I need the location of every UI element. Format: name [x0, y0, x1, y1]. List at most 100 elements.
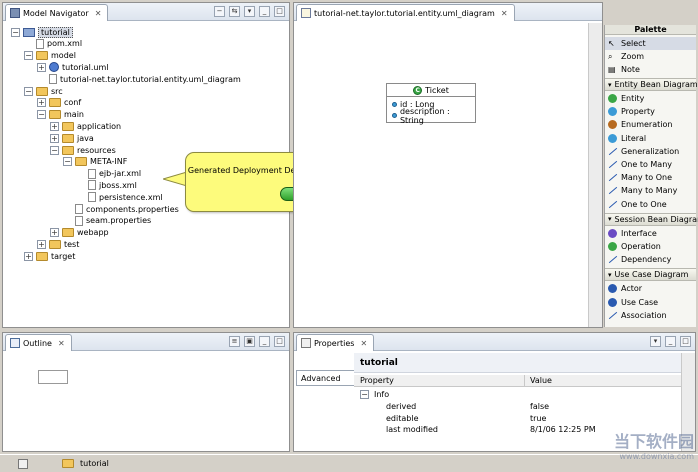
palette-item-label: Literal — [621, 133, 647, 143]
maximize-icon[interactable]: □ — [274, 6, 285, 17]
tree-view-icon[interactable]: ≡ — [229, 336, 240, 347]
maximize-icon[interactable]: □ — [680, 336, 691, 347]
palette-item-one-to-one[interactable]: One to One — [605, 198, 696, 211]
collapse-all-icon[interactable]: − — [214, 6, 225, 17]
expand-icon[interactable]: + — [50, 121, 59, 131]
column-divider[interactable] — [524, 375, 525, 386]
tree-item[interactable]: + target — [24, 250, 75, 262]
tree-item[interactable]: tutorial-net.taylor.tutorial.entity.uml_… — [37, 73, 241, 85]
tab-uml-diagram[interactable]: tutorial-net.taylor.tutorial.entity.uml_… — [296, 4, 515, 21]
palette-item-many-to-many[interactable]: Many to Many — [605, 184, 696, 197]
tab-advanced[interactable]: Advanced — [296, 370, 354, 386]
collapse-icon[interactable]: − — [50, 145, 59, 155]
tree-item[interactable]: + conf — [37, 97, 81, 109]
tree-item[interactable]: pom.xml — [24, 38, 82, 50]
palette-item-enumeration[interactable]: Enumeration — [605, 118, 696, 131]
tree-item[interactable]: − resources — [50, 144, 116, 156]
minimize-icon[interactable]: _ — [259, 336, 270, 347]
tree-item[interactable]: − META-INF — [63, 156, 127, 168]
collapse-icon[interactable]: − — [63, 157, 72, 167]
tree-item[interactable]: + test — [37, 238, 79, 250]
tree-item[interactable]: components.properties — [63, 203, 179, 215]
expand-icon[interactable]: + — [37, 239, 46, 249]
expand-icon[interactable]: + — [50, 228, 59, 238]
tree-item[interactable]: + webapp — [50, 227, 109, 239]
properties-title: Properties — [314, 338, 355, 348]
palette-item-actor[interactable]: Actor — [605, 282, 696, 295]
maximize-icon[interactable]: □ — [274, 336, 285, 347]
fast-view-icon[interactable] — [18, 458, 28, 469]
close-icon[interactable]: ✕ — [501, 9, 508, 18]
tree-item[interactable]: ejb-jar.xml — [76, 168, 141, 180]
tree-item[interactable]: − main — [37, 109, 84, 121]
actor-icon — [608, 284, 617, 294]
palette-item-entity[interactable]: Entity — [605, 92, 696, 105]
palette-item-interface[interactable]: Interface — [605, 227, 696, 240]
expand-icon[interactable]: + — [37, 98, 46, 108]
palette-tool-select[interactable]: ↖ Select — [605, 37, 696, 50]
palette-drawer-use-case-diagram[interactable]: ▾ Use Case Diagram — [605, 268, 696, 282]
palette-item-one-to-many[interactable]: One to Many — [605, 158, 696, 171]
tree-item[interactable]: jboss.xml — [76, 179, 137, 191]
class-ticket[interactable]: C Ticket id : Long description : String — [386, 83, 476, 125]
property-row[interactable]: editable true — [354, 413, 681, 424]
tree-item[interactable]: − model — [24, 50, 76, 62]
palette-tool-zoom[interactable]: ⌕ Zoom — [605, 50, 696, 63]
palette-item-operation[interactable]: Operation — [605, 240, 696, 253]
column-property[interactable]: Property — [360, 376, 394, 385]
editor-scrollbar[interactable] — [588, 23, 602, 327]
tree-item[interactable]: − src — [24, 85, 63, 97]
collapse-icon[interactable]: − — [11, 27, 20, 37]
tree-item[interactable]: persistence.xml — [76, 191, 163, 203]
palette-item-generalization[interactable]: Generalization — [605, 145, 696, 158]
close-icon[interactable]: ✕ — [360, 339, 367, 348]
view-menu-icon[interactable]: ▾ — [244, 6, 255, 17]
expand-icon[interactable]: + — [50, 133, 59, 143]
palette-drawer-entity-bean-diagram[interactable]: ▾ Entity Bean Diagram — [605, 78, 698, 91]
overview-icon[interactable]: ▣ — [244, 336, 255, 347]
diagram-canvas[interactable]: C Ticket id : Long description : String — [294, 23, 588, 327]
minimize-icon[interactable]: _ — [665, 336, 676, 347]
tree-item[interactable]: seam.properties — [63, 215, 151, 227]
property-group[interactable]: − Info — [354, 389, 681, 400]
view-menu-icon[interactable]: ▾ — [650, 336, 661, 347]
outline-thumbnail[interactable] — [38, 370, 68, 384]
property-value[interactable]: false — [530, 402, 549, 411]
palette-item-many-to-one[interactable]: Many to One — [605, 171, 696, 184]
tab-properties[interactable]: Properties ✕ — [296, 334, 375, 351]
property-value[interactable]: true — [530, 414, 546, 423]
minimize-icon[interactable]: _ — [259, 6, 270, 17]
collapse-icon[interactable]: − — [24, 51, 33, 61]
close-icon[interactable]: ✕ — [95, 9, 102, 18]
collapse-icon[interactable]: − — [360, 390, 369, 399]
tab-outline[interactable]: Outline ✕ — [5, 334, 72, 351]
palette-drawer-session-bean-diagram[interactable]: ▾ Session Bean Diagram — [605, 212, 698, 226]
expand-icon[interactable]: + — [24, 251, 33, 261]
folder-icon — [62, 133, 74, 143]
close-icon[interactable]: ✕ — [58, 339, 65, 348]
link-editor-icon[interactable]: ⇆ — [229, 6, 240, 17]
tree-item[interactable]: + java — [50, 132, 94, 144]
palette-item-property[interactable]: Property — [605, 105, 696, 118]
palette-tool-note[interactable]: ▤ Note — [605, 63, 696, 76]
palette-item-use-case[interactable]: Use Case — [605, 296, 696, 309]
palette-item-dependency[interactable]: Dependency — [605, 253, 696, 266]
outline-overview[interactable] — [3, 353, 141, 451]
collapse-icon[interactable]: − — [37, 110, 46, 120]
expand-icon[interactable]: + — [37, 62, 46, 72]
tree-item-label: main — [64, 110, 84, 120]
column-value[interactable]: Value — [530, 376, 552, 385]
palette-item-literal[interactable]: Literal — [605, 132, 696, 145]
palette-item-association[interactable]: Association — [605, 309, 696, 322]
property-row[interactable]: derived false — [354, 401, 681, 412]
class-attribute[interactable]: description : String — [387, 107, 475, 125]
file-icon — [88, 168, 96, 179]
tree-item[interactable]: + application — [50, 120, 121, 132]
properties-toolbar: ▾ _ □ — [650, 336, 691, 347]
connection-icon — [608, 147, 618, 156]
tree-item[interactable]: + tutorial.uml — [37, 61, 109, 73]
tab-model-navigator[interactable]: Model Navigator ✕ — [5, 4, 109, 21]
navigator-icon — [10, 8, 20, 18]
collapse-icon[interactable]: − — [24, 86, 33, 96]
tree-item[interactable]: − tutorial — [11, 26, 73, 38]
